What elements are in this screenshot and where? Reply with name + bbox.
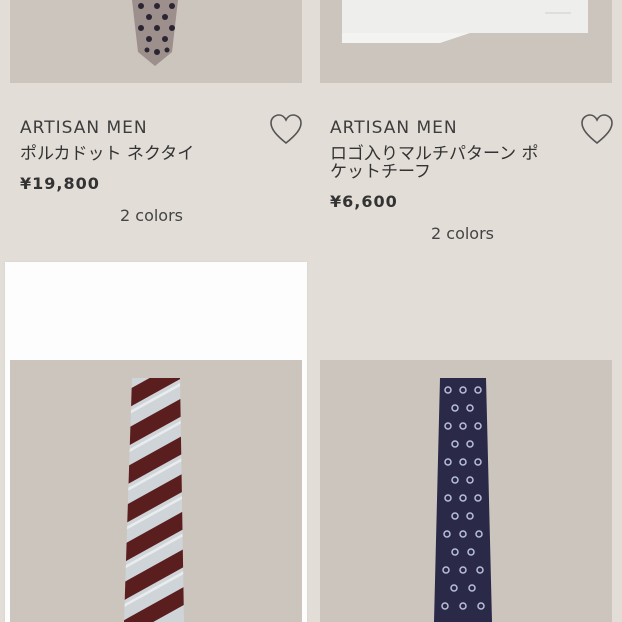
- color-count: 2 colors: [120, 206, 183, 225]
- product-card-pocket-square[interactable]: ARTISAN MEN ロゴ入りマルチパターン ポ ケットチーフ ¥6,600 …: [311, 84, 622, 254]
- product-image-navy-ring-tie[interactable]: [320, 360, 612, 622]
- product-image-pocket-square[interactable]: [320, 0, 612, 83]
- heart-outline-icon[interactable]: [580, 114, 614, 146]
- striped-tie-image: [124, 378, 184, 622]
- product-name-line2: ケットチーフ: [330, 162, 431, 182]
- product-name-line1: ロゴ入りマルチパターン ポ: [330, 144, 539, 164]
- product-image-polka-dot-tie[interactable]: [10, 0, 302, 83]
- brand-name: ARTISAN MEN: [20, 118, 148, 138]
- color-count: 2 colors: [431, 224, 494, 243]
- polka-dot-tie-image: [132, 0, 178, 66]
- product-price: ¥19,800: [20, 174, 100, 193]
- navy-ring-tie-image: [434, 378, 492, 622]
- heart-outline-icon[interactable]: [269, 114, 303, 146]
- product-price: ¥6,600: [330, 192, 398, 211]
- product-card-polka-dot-tie[interactable]: ARTISAN MEN ポルカドット ネクタイ ¥19,800 2 colors: [0, 84, 311, 234]
- brand-name: ARTISAN MEN: [330, 118, 458, 138]
- pocket-square-image: [342, 0, 588, 43]
- product-image-striped-tie[interactable]: [10, 360, 302, 622]
- product-name[interactable]: ロゴ入りマルチパターン ポ ケットチーフ: [330, 145, 539, 181]
- product-name[interactable]: ポルカドット ネクタイ: [20, 145, 194, 163]
